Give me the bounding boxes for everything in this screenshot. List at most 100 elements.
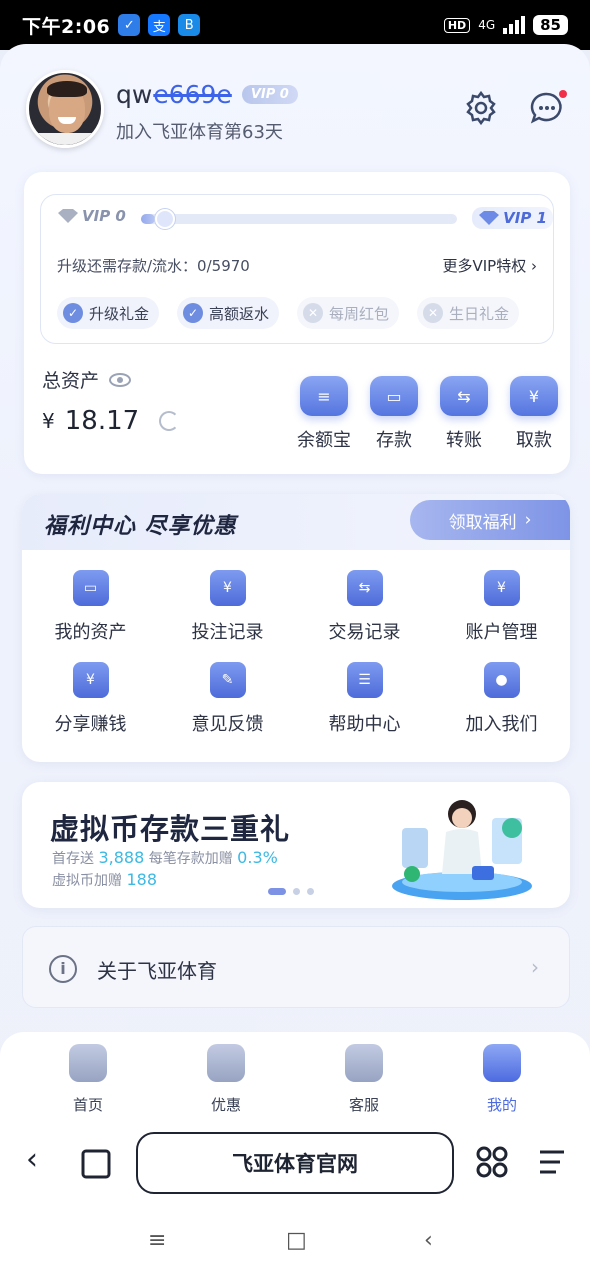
status-bar: 下午2:06 ✓ 支 B HD 4G 85	[0, 0, 590, 50]
cross-icon: ✕	[303, 303, 324, 323]
about-row[interactable]: i 关于飞亚体育 ›	[22, 926, 570, 1008]
coin-stack-icon: ≡	[300, 376, 348, 416]
chevron-right-icon: ›	[531, 955, 539, 979]
check-icon: ✓	[183, 303, 204, 323]
vip-next-label: VIP 1	[472, 207, 553, 229]
menu-help-center[interactable]: ☰ 帮助中心	[296, 662, 433, 736]
status-time: 下午2:06	[22, 15, 111, 38]
info-icon: i	[49, 955, 77, 983]
alipay-icon: 支	[148, 14, 171, 36]
welfare-title: 福利中心 尽享优惠	[44, 514, 237, 539]
balance-value: 18.17	[64, 406, 140, 436]
url-bar[interactable]: 飞亚体育官网	[136, 1132, 454, 1194]
tabs-switcher-icon[interactable]	[80, 1148, 112, 1188]
username-obscured: e669e	[153, 80, 232, 109]
menu-share-earn[interactable]: ¥ 分享赚钱	[22, 662, 159, 736]
menu-feedback[interactable]: ✎ 意见反馈	[159, 662, 296, 736]
diamond-icon	[479, 211, 500, 225]
more-vip-link[interactable]: 更多VIP特权 ›	[442, 255, 537, 276]
back-icon[interactable]: ‹	[424, 1228, 433, 1253]
action-withdraw[interactable]: ¥ 取款	[504, 376, 564, 452]
transfer-icon: ⇆	[440, 376, 488, 416]
vip-perks: ✓ 升级礼金 ✓ 高额返水 ✕ 每周红包 ✕ 生日礼金	[57, 297, 520, 329]
app-b-icon: B	[178, 14, 201, 36]
apps-grid-icon[interactable]	[476, 1146, 508, 1186]
welfare-center: 福利中心 尽享优惠 领取福利 › ▭ 我的资产 ¥ 投注记录 ⇆ 交易记录 ¥ 账户管理 …	[22, 494, 570, 762]
vip-badge: VIP 0	[241, 85, 298, 104]
wallet-icon: ▭	[72, 570, 109, 606]
menu-account-management[interactable]: ¥ 账户管理	[433, 570, 570, 644]
home-icon	[69, 1044, 107, 1082]
balance: ¥18.17	[42, 406, 180, 436]
message-chat-icon[interactable]	[529, 90, 567, 126]
action-yuebao[interactable]: ≡ 余额宝	[294, 376, 354, 452]
users-icon: ●	[483, 662, 520, 698]
tab-promotions[interactable]: 优惠	[186, 1044, 266, 1115]
tab-home[interactable]: 首页	[48, 1044, 128, 1115]
bottom-tab-bar: 首页 优惠 客服 我的	[0, 1032, 590, 1128]
hd-indicator: HD	[443, 17, 471, 33]
wallet-icon: ▭	[370, 376, 418, 416]
tab-mine[interactable]: 我的	[462, 1044, 542, 1115]
perk-upgrade-bonus: ✓ 升级礼金	[57, 297, 160, 329]
vip-progress-box: VIP 0 VIP 1 升级还需存款/流水：0/5970 更多VIP特权 › ✓…	[40, 194, 554, 344]
upgrade-requirement-text: 升级还需存款/流水：0/5970	[57, 257, 250, 275]
refresh-icon[interactable]	[159, 411, 180, 431]
browser-toolbar: ‹ 飞亚体育官网	[0, 1128, 590, 1208]
menu-transaction-records[interactable]: ⇆ 交易记录	[296, 570, 433, 644]
perk-rebate: ✓ 高额返水	[177, 297, 280, 329]
action-deposit[interactable]: ▭ 存款	[364, 376, 424, 452]
share-money-icon: ¥	[72, 662, 109, 698]
carousel-dots[interactable]	[268, 888, 314, 895]
network-type: 4G	[478, 18, 496, 32]
bet-record-icon: ¥	[209, 570, 246, 606]
claim-welfare-button[interactable]: 领取福利 ›	[410, 500, 570, 540]
cross-icon: ✕	[423, 303, 444, 323]
welfare-grid: ▭ 我的资产 ¥ 投注记录 ⇆ 交易记录 ¥ 账户管理 ¥ 分享赚钱 ✎ 意见反馈 ☰ 帮助中…	[22, 570, 570, 736]
promo-line-1: 首存送 3,888 每笔存款加赠 0.3%	[52, 848, 278, 867]
eye-icon[interactable]	[109, 372, 132, 387]
avatar[interactable]	[26, 70, 104, 148]
withdraw-icon: ¥	[510, 376, 558, 416]
progress-knob	[155, 209, 175, 229]
chevron-right-icon: ›	[531, 257, 537, 275]
account-folder-icon: ¥	[483, 570, 520, 606]
perk-birthday-bonus: ✕ 生日礼金	[417, 297, 520, 329]
menu-bet-records[interactable]: ¥ 投注记录	[159, 570, 296, 644]
menu-join-us[interactable]: ● 加入我们	[433, 662, 570, 736]
recent-apps-icon[interactable]: ≡	[148, 1228, 166, 1253]
chevron-right-icon: ›	[524, 510, 532, 530]
perk-weekly-redpacket: ✕ 每周红包	[297, 297, 400, 329]
app-notification-icon: ✓	[118, 14, 141, 36]
unread-dot	[559, 90, 567, 98]
home-square-icon[interactable]: □	[286, 1228, 307, 1253]
headset-icon	[345, 1044, 383, 1082]
action-transfer[interactable]: ⇆ 转账	[434, 376, 494, 452]
promo-banner[interactable]: 虚拟币存款三重礼 首存送 3,888 每笔存款加赠 0.3% 虚拟币加赠 188	[22, 782, 570, 908]
diamond-icon	[58, 209, 78, 223]
signal-icon	[503, 16, 526, 34]
about-label: 关于飞亚体育	[97, 959, 217, 983]
total-assets-label: 总资产	[42, 366, 132, 393]
vip-progress-bar	[141, 209, 457, 229]
asset-card: VIP 0 VIP 1 升级还需存款/流水：0/5970 更多VIP特权 › ✓…	[24, 172, 570, 474]
currency-symbol: ¥	[42, 409, 55, 433]
back-arrow-icon[interactable]: ‹	[26, 1142, 38, 1177]
username: qw e669e VIP 0	[116, 80, 298, 109]
check-icon: ✓	[63, 303, 83, 323]
battery-level: 85	[533, 15, 568, 35]
join-days-text: 加入飞亚体育第63天	[116, 122, 283, 143]
vip-current-label: VIP 0	[57, 207, 126, 225]
tab-support[interactable]: 客服	[324, 1044, 404, 1115]
transaction-icon: ⇆	[346, 570, 383, 606]
feedback-icon: ✎	[209, 662, 246, 698]
username-visible: qw	[116, 80, 153, 109]
menu-my-assets[interactable]: ▭ 我的资产	[22, 570, 159, 644]
system-nav-bar: ≡ □ ‹	[0, 1208, 590, 1280]
menu-lines-icon[interactable]	[536, 1146, 568, 1186]
help-book-icon: ☰	[346, 662, 383, 698]
promo-title: 虚拟币存款三重礼	[50, 812, 291, 846]
settings-gear-icon[interactable]	[463, 90, 499, 126]
person-icon	[483, 1044, 521, 1082]
promo-illustration	[392, 800, 532, 900]
